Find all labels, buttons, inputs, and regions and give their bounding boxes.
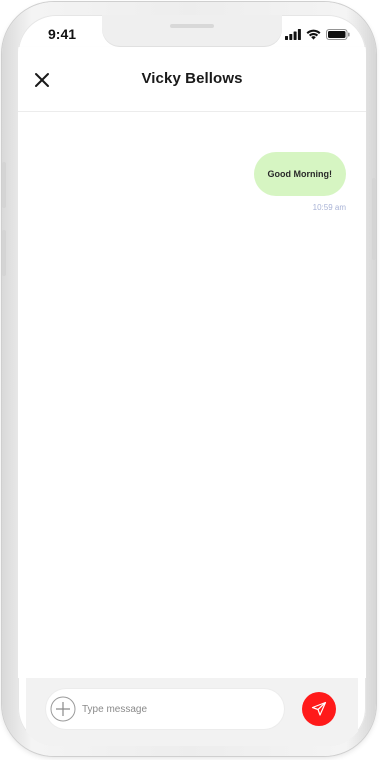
signal-icon <box>285 27 301 45</box>
chat-header: Vicky Bellows <box>18 47 366 112</box>
message-input[interactable] <box>82 698 272 720</box>
phone-frame: 9:41 Vicky Bellows Good Morning! 10:59 a… <box>2 2 376 756</box>
add-attachment-button[interactable] <box>50 696 76 722</box>
battery-icon <box>326 27 350 45</box>
power-button <box>372 178 376 260</box>
message-composer <box>26 678 358 746</box>
chat-title: Vicky Bellows <box>141 70 243 87</box>
status-time: 9:41 <box>48 26 77 42</box>
send-button[interactable] <box>302 692 336 726</box>
message-timestamp: 10:59 am <box>312 203 346 212</box>
stage: 9:41 Vicky Bellows Good Morning! 10:59 a… <box>0 0 380 760</box>
phone-screen: 9:41 Vicky Bellows Good Morning! 10:59 a… <box>18 15 366 746</box>
outgoing-message-bubble[interactable]: Good Morning! <box>253 152 346 196</box>
speaker-grille <box>170 24 214 28</box>
plus-circle-icon <box>50 696 76 722</box>
wifi-icon <box>306 27 321 45</box>
send-arrow-icon <box>311 701 327 716</box>
message-input-container <box>46 689 284 729</box>
notch <box>102 15 282 47</box>
volume-down-button <box>2 230 6 276</box>
message-list: Good Morning! 10:59 am <box>18 112 366 678</box>
volume-up-button <box>2 162 6 208</box>
status-icons <box>285 27 350 45</box>
